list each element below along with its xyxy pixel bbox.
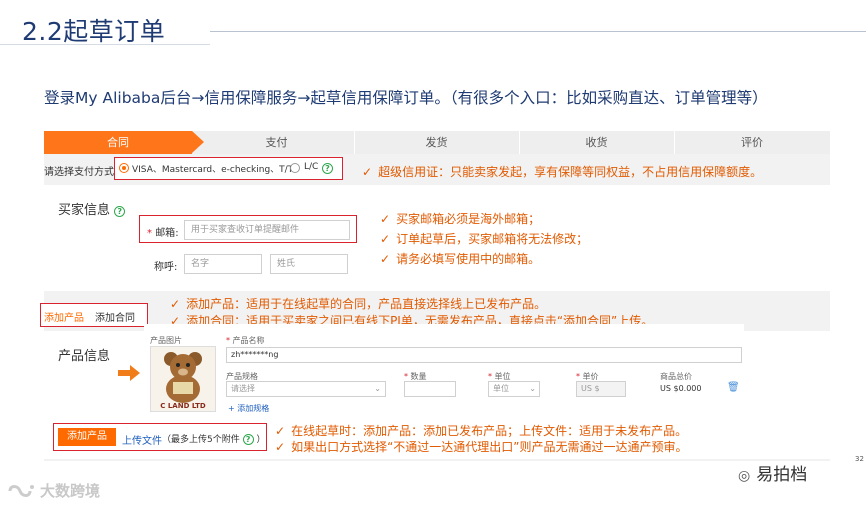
check-icon: ✓ bbox=[380, 232, 391, 246]
buyer-info-title: 买家信息 ? bbox=[58, 199, 126, 218]
buyer-note-3: ✓ 请务必填写使用中的邮箱。 bbox=[380, 252, 541, 266]
page-number: 32 bbox=[855, 455, 864, 463]
spec-select[interactable]: 请选择 ⌄ bbox=[226, 381, 386, 397]
image-caption: C LAND LTD bbox=[160, 402, 206, 410]
option-cards-label: VISA、Mastercard、e-checking、T/T bbox=[132, 165, 294, 175]
chevron-down-icon: ⌄ bbox=[529, 384, 536, 393]
check-icon: ✓ bbox=[275, 440, 286, 454]
email-label: * 邮箱: bbox=[147, 228, 179, 239]
tab-add-product[interactable]: 添加产品 bbox=[44, 309, 84, 324]
radio-cards[interactable] bbox=[119, 163, 129, 173]
step-pay[interactable]: 支付 bbox=[204, 131, 349, 154]
total-value: US $0.000 bbox=[660, 384, 702, 393]
email-input[interactable]: 用于买家查收订单提醒邮件 bbox=[184, 220, 350, 240]
buyer-note-1: ✓ 买家邮箱必须是海外邮箱； bbox=[380, 212, 541, 226]
brand-logo-icon bbox=[8, 482, 36, 500]
check-icon: ✓ bbox=[380, 252, 391, 266]
help-icon[interactable]: ? bbox=[322, 163, 333, 174]
trash-icon[interactable]: 🗑 bbox=[727, 382, 740, 393]
product-name-input[interactable]: zh*******ng bbox=[226, 347, 742, 363]
title-divider bbox=[210, 31, 866, 32]
upload-file-link[interactable]: 上传文件 bbox=[122, 432, 162, 447]
step-contract[interactable]: 合同 bbox=[44, 131, 192, 154]
total-label: 商品总价 bbox=[660, 372, 692, 381]
upload-hint: （最多上传5个附件 ? ） bbox=[162, 434, 266, 445]
image-label: 产品图片 bbox=[150, 336, 182, 345]
add-product-button[interactable]: 添加产品 bbox=[58, 428, 116, 446]
wechat-icon: ◎ bbox=[738, 468, 751, 484]
buyer-note-2: ✓ 订单起草后，买家邮箱将无法修改； bbox=[380, 232, 589, 246]
step-review[interactable]: 评价 bbox=[674, 131, 830, 154]
help-icon[interactable]: ? bbox=[114, 206, 126, 217]
payment-label: 请选择支付方式： bbox=[44, 167, 124, 178]
payment-options-highlight: VISA、Mastercard、e-checking、T/T L/C ? bbox=[114, 157, 343, 180]
name-label: 称呼: bbox=[154, 262, 178, 273]
product-note-1: ✓ 在线起草时：添加产品：添加已发布产品；上传文件：适用于未发布产品。 bbox=[275, 424, 688, 438]
check-icon: ✓ bbox=[275, 424, 286, 438]
check-icon: ✓ bbox=[362, 165, 373, 179]
product-note-2: ✓ 如果出口方式选择“不通过一达通代理出口”则产品无需通过一达通产预审。 bbox=[275, 440, 688, 454]
brand-watermark: ◎ 易拍档 bbox=[738, 465, 808, 485]
check-icon: ✓ bbox=[380, 212, 391, 226]
chevron-down-icon: ⌄ bbox=[374, 384, 381, 393]
slide-title: 2.2起草订单 bbox=[22, 17, 166, 46]
add-spec-link[interactable]: + 添加规格 bbox=[228, 403, 269, 414]
option-lc-label: L/C bbox=[304, 162, 319, 172]
teddy-bear-icon bbox=[164, 352, 202, 403]
check-icon: ✓ bbox=[170, 297, 181, 311]
step-ship[interactable]: 发货 bbox=[354, 131, 519, 154]
order-steps: 合同 支付 发货 收货 评价 bbox=[44, 131, 830, 154]
brand-watermark-left: 大数跨境 bbox=[40, 482, 101, 500]
unit-select[interactable]: 单位 ⌄ bbox=[488, 381, 540, 397]
tabs-note-1: ✓ 添加产品：适用于在线起草的合同，产品直接选择线上已发布产品。 bbox=[170, 297, 547, 311]
step-receive[interactable]: 收货 bbox=[519, 131, 674, 154]
first-name-input[interactable]: 名字 bbox=[184, 254, 262, 274]
product-info-title: 产品信息 bbox=[58, 349, 111, 364]
slide-subtitle: 登录My Alibaba后台→信用保障服务→起草信用保障订单。（有很多个入口：比… bbox=[44, 89, 768, 107]
name-label: * 产品名称 bbox=[226, 336, 265, 345]
radio-lc[interactable] bbox=[290, 163, 300, 173]
help-icon[interactable]: ? bbox=[242, 434, 254, 445]
qty-input[interactable] bbox=[404, 381, 456, 397]
last-name-input[interactable]: 姓氏 bbox=[270, 254, 348, 274]
tab-add-contract[interactable]: 添加合同 bbox=[95, 309, 135, 324]
payment-note: ✓ 超级信用证：只能卖家发起，享有保障等同权益，不占用信用保障额度。 bbox=[362, 165, 763, 179]
title-underline bbox=[0, 44, 210, 45]
price-input[interactable]: US $ bbox=[576, 381, 626, 397]
product-image[interactable]: C LAND LTD bbox=[150, 346, 216, 412]
step-arrow bbox=[192, 131, 204, 153]
arrow-right-icon bbox=[118, 365, 140, 381]
